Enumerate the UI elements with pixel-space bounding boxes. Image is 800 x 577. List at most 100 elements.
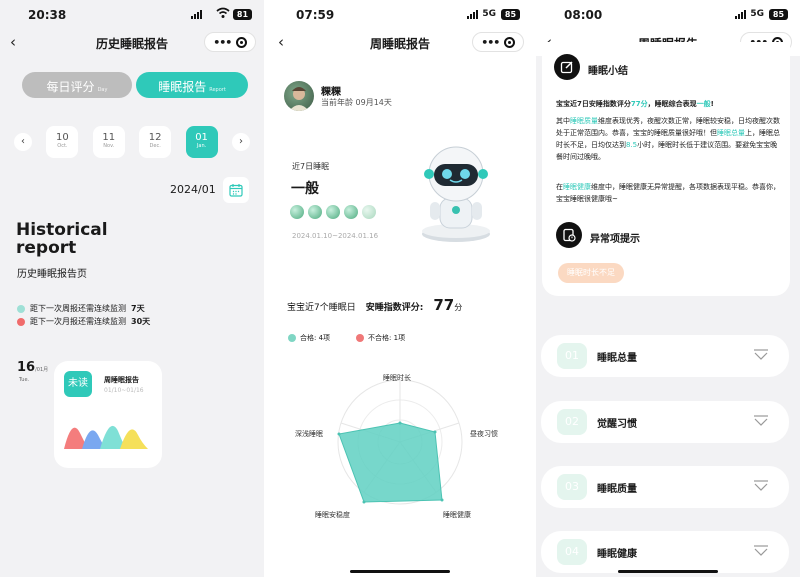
network-type: 5G	[482, 9, 496, 19]
baby-photo-icon	[289, 87, 309, 111]
next-month-button[interactable]: ›	[231, 133, 250, 151]
radar-label-deep-light-sleep: 深浅睡眠	[295, 430, 323, 438]
score-value: 77	[433, 296, 455, 314]
baby-age: 当前年龄 09月14天	[321, 98, 392, 107]
month-chip-jan[interactable]: 01 Jan.	[185, 126, 218, 158]
section-sleep-total[interactable]: 01 睡眠总量	[541, 335, 789, 377]
monthly-progress-legend: 距下一次月报还需连续监测 30天	[17, 316, 150, 327]
wifi-icon	[216, 7, 230, 18]
weekly-report-screen: 07:59 5G 85 ‹ 周睡眠报告 ••• 粿粿 当前年龄 09月14天 近…	[268, 0, 532, 577]
weekly-report-detail-screen: 08:00 5G 85 ‹ 周睡眠报告 ••• 睡眠小结 宝宝近7日安睡指数评分…	[536, 0, 800, 577]
sleep-waves-illustration	[64, 425, 148, 449]
calendar-icon	[229, 184, 243, 197]
section-sleep-health[interactable]: 04 睡眠健康	[541, 531, 789, 573]
status-time: 08:00	[564, 8, 603, 22]
screens: 20:38 81 ‹ 历史睡眠报告 ••• 每日评分 Day 睡眠报告 Report…	[0, 0, 800, 577]
current-date: 2024/01	[170, 183, 216, 196]
moon-icon	[308, 205, 322, 219]
tab-daily-score[interactable]: 每日评分 Day	[22, 72, 132, 98]
score-name: 安睡指数评分:	[365, 303, 424, 313]
close-target-icon[interactable]	[235, 36, 247, 48]
month-chip-oct[interactable]: 10 Oct.	[46, 126, 79, 158]
home-indicator	[350, 570, 450, 573]
avatar	[284, 81, 314, 111]
home-indicator	[618, 570, 718, 573]
radar-label-sleep-stability: 睡眠安稳度	[315, 511, 350, 519]
status-bar: 08:00 5G 85	[536, 0, 800, 30]
moon-empty-icon	[362, 205, 376, 219]
calendar-button[interactable]	[223, 177, 249, 203]
nav-bar: ‹ 周睡眠报告 •••	[268, 30, 532, 56]
historical-report-subtitle: 历史睡眠报告页	[17, 269, 87, 280]
battery-icon: 81	[233, 9, 252, 20]
baby-name: 粿粿	[321, 87, 341, 98]
summary-lead: 宝宝近7日安睡指数评分77分，睡眠综合表现一般!	[556, 100, 714, 108]
weekly-dot	[17, 304, 25, 313]
report-weekday: Tue.	[19, 377, 30, 383]
history-report-screen: 20:38 81 ‹ 历史睡眠报告 ••• 每日评分 Day 睡眠报告 Report…	[0, 0, 264, 577]
weekly-report-title: 周睡眠报告	[104, 376, 139, 384]
chevron-down-icon	[754, 415, 768, 426]
pass-fail-legend: 合格: 4项 不合格: 1项	[288, 333, 405, 343]
close-target-icon[interactable]	[503, 36, 515, 48]
status-bar: 07:59 5G 85	[268, 0, 532, 30]
report-day: 16/01月	[17, 360, 49, 375]
chevron-down-icon	[754, 480, 768, 491]
status-bar: 20:38 81	[0, 0, 264, 30]
moon-icon	[344, 205, 358, 219]
section-sleep-quality[interactable]: 03 睡眠质量	[541, 466, 789, 508]
moon-icon	[326, 205, 340, 219]
section-wake-habit[interactable]: 02 觉醒习惯	[541, 401, 789, 443]
moon-icon	[290, 205, 304, 219]
edit-note-icon	[554, 54, 580, 80]
chevron-down-icon	[754, 545, 768, 556]
month-chip-dec[interactable]: 12 Dec.	[139, 126, 172, 158]
signal-icon	[735, 10, 746, 19]
historical-report-heading: Historical report	[16, 220, 108, 258]
alert-title: 异常项提示	[590, 234, 640, 245]
score-unit: 分	[454, 303, 463, 312]
miniprogram-capsule: •••	[204, 32, 256, 52]
report-date-range: 2024.01.10~2024.01.16	[292, 232, 379, 240]
radar-label-sleep-health: 睡眠健康	[443, 511, 471, 519]
miniprogram-capsule: •••	[472, 32, 524, 52]
network-type: 5G	[750, 9, 764, 19]
sleep-summary-card: 睡眠小结 宝宝近7日安睡指数评分77分，睡眠综合表现一般! 其中睡眠质量维度表现…	[542, 42, 790, 296]
pass-legend: 合格: 4项	[288, 333, 330, 343]
nav-bar: ‹ 历史睡眠报告 •••	[0, 30, 264, 56]
rating-moons	[290, 205, 376, 219]
report-tabs: 每日评分 Day 睡眠报告 Report	[22, 72, 248, 98]
more-icon[interactable]: •••	[481, 36, 500, 49]
score-line: 宝宝近7个睡眠日 安睡指数评分: 77分	[287, 296, 462, 314]
unread-badge: 未读	[64, 371, 92, 397]
alert-doc-icon	[556, 222, 582, 248]
signal-icon	[191, 10, 202, 19]
chevron-down-icon	[754, 349, 768, 360]
prev-month-button[interactable]: ‹	[14, 133, 32, 151]
score-context: 宝宝近7个睡眠日	[287, 303, 356, 313]
weekly-report-card[interactable]: 未读 周睡眠报告 01/10~01/16	[54, 361, 162, 468]
monthly-dot	[17, 317, 25, 326]
radar-label-day-night-habit: 昼夜习惯	[470, 430, 498, 438]
month-chip-nov[interactable]: 11 Nov.	[92, 126, 125, 158]
radar-chart	[337, 379, 463, 505]
battery-icon: 85	[501, 9, 520, 20]
fail-legend: 不合格: 1项	[356, 333, 405, 343]
weekly-progress-legend: 距下一次周报还需连续监测 7天	[17, 303, 145, 314]
status-time: 20:38	[28, 8, 67, 22]
recent-sleep-label: 近7日睡眠	[292, 162, 330, 171]
more-icon[interactable]: •••	[213, 36, 232, 49]
signal-icon	[467, 10, 478, 19]
tab-sleep-report[interactable]: 睡眠报告 Report	[136, 72, 248, 98]
astronaut-mascot-illustration	[422, 146, 490, 242]
sleep-verdict: 一般	[291, 181, 319, 197]
status-time: 07:59	[296, 8, 335, 22]
radar-label-sleep-duration: 睡眠时长	[383, 374, 411, 382]
alert-chip-sleep-duration[interactable]: 睡眠时长不足	[558, 263, 624, 283]
summary-detail-quality: 其中睡眠质量维度表现优秀，夜醒次数正常，睡眠较安稳，日均夜醒次数处于正常范围内。…	[556, 117, 780, 161]
summary-detail-health: 在睡眠健康维度中，睡眠健康无异常提醒，各项数据表现平稳。恭喜你，宝宝睡眠很健康哦…	[556, 183, 780, 203]
weekly-report-range: 01/10~01/16	[104, 387, 144, 394]
summary-title: 睡眠小结	[588, 66, 628, 77]
battery-icon: 85	[769, 9, 788, 20]
month-selector: ‹ 10 Oct. 11 Nov. 12 Dec. 01 Jan. ›	[14, 126, 250, 158]
